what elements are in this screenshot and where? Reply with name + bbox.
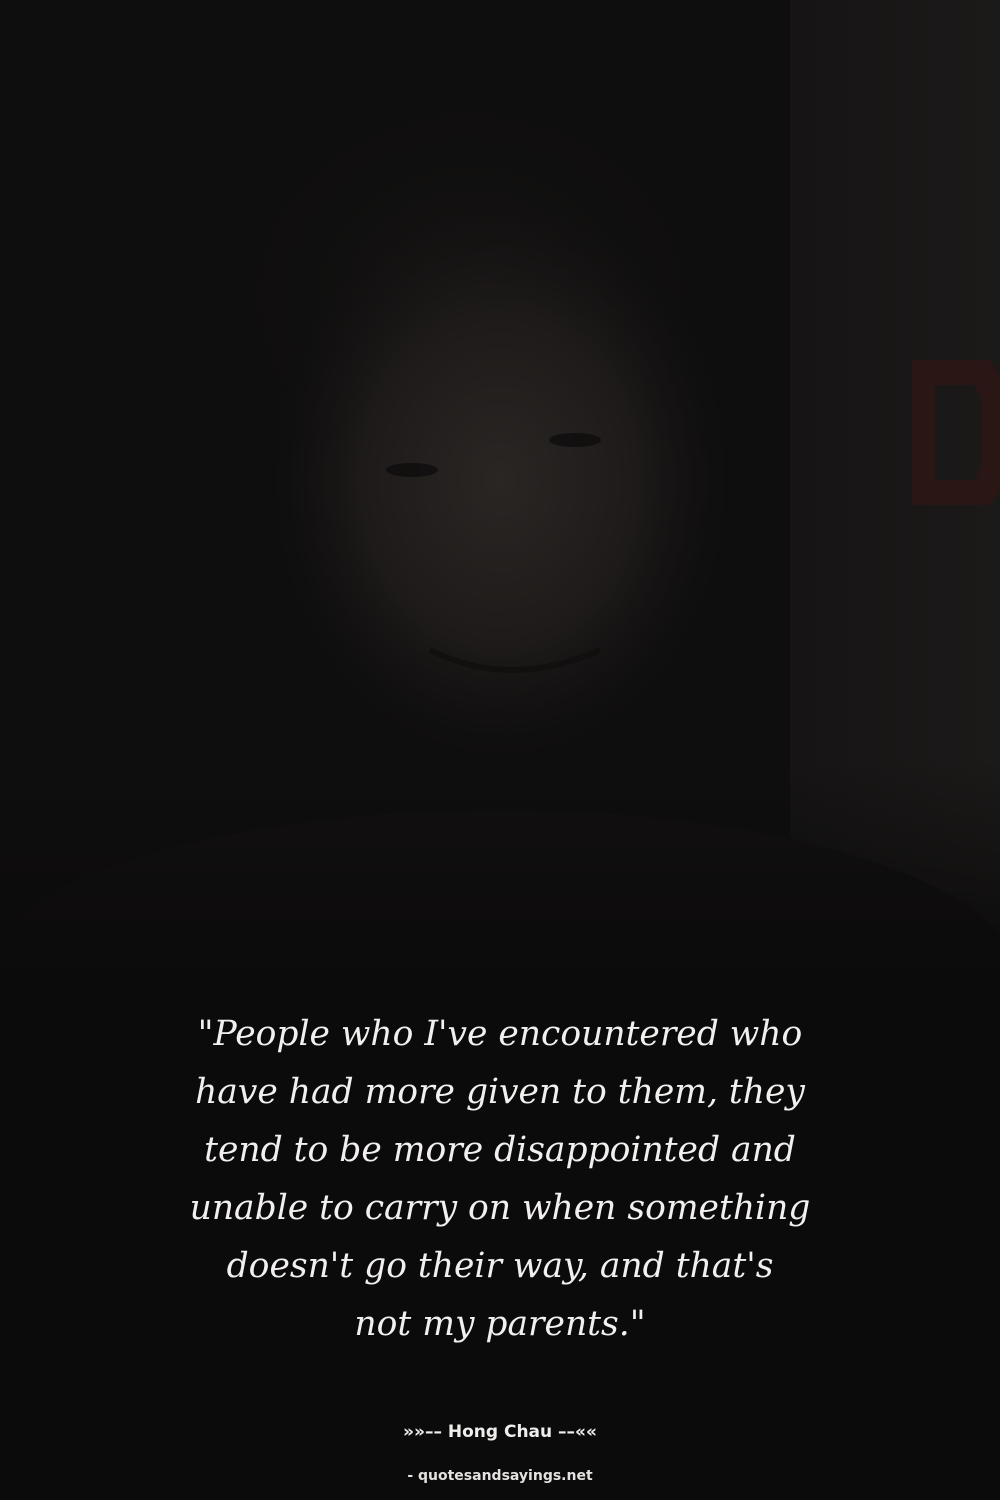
quote-text: "People who I've encountered who have ha… — [189, 1014, 811, 1344]
face-shape — [270, 200, 730, 760]
author-attribution: »»–– Hong Chau ––«« — [402, 1422, 597, 1442]
right-eye-shape — [549, 433, 601, 447]
quote-card: "People who I've encountered who have ha… — [0, 0, 1000, 1500]
left-eye-shape — [386, 463, 438, 477]
source-watermark: - quotesandsayings.net — [407, 1468, 593, 1484]
